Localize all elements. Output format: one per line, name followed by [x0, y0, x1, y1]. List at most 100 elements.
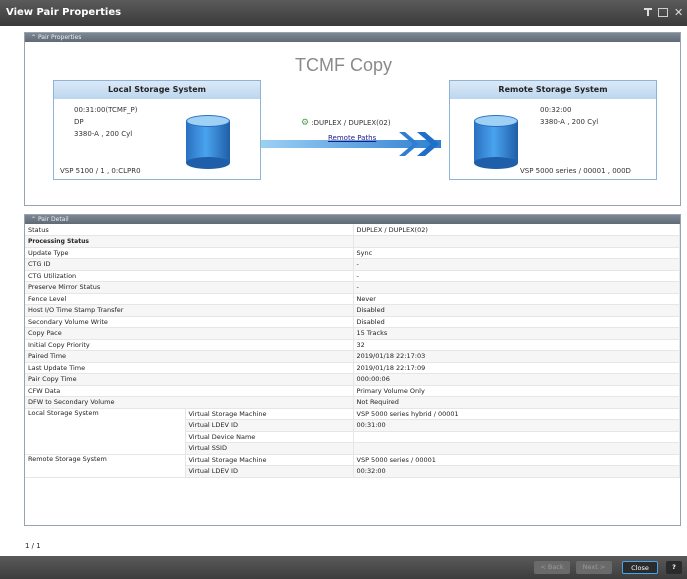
detail-value: - — [353, 281, 680, 294]
table-row: Preserve Mirror Status - — [25, 281, 680, 294]
detail-label: Processing Status — [25, 235, 354, 248]
remote-storage-title: Remote Storage System — [450, 81, 656, 99]
detail-label: Initial Copy Priority — [25, 339, 354, 351]
detail-value: Not Required — [353, 396, 680, 409]
table-row: Processing Status — [25, 235, 680, 248]
collapse-icon: ⌃ — [31, 216, 38, 223]
local-type: DP — [74, 118, 84, 126]
detail-sublabel: Virtual Device Name — [185, 431, 354, 443]
table-row: Paired Time 2019/01/18 22:17:03 — [25, 350, 680, 363]
remote-volume-icon — [474, 115, 518, 169]
detail-sublabel: Virtual Storage Machine — [185, 454, 354, 466]
detail-value: 32 — [353, 339, 680, 351]
table-row: Initial Copy Priority 32 — [25, 339, 680, 351]
table-row: Pair Copy Time 000:00:06 — [25, 373, 680, 386]
detail-value: DUPLEX / DUPLEX(02) — [353, 224, 680, 236]
detail-label: Paired Time — [25, 350, 354, 363]
table-row: Update Type Sync — [25, 247, 680, 259]
pair-detail-table: Status DUPLEX / DUPLEX(02) Processing Stat… — [25, 224, 680, 478]
table-row: Fence Level Never — [25, 293, 680, 305]
detail-value: - — [353, 258, 680, 271]
back-button[interactable]: < Back — [534, 561, 570, 574]
table-row: CFW Data Primary Volume Only — [25, 385, 680, 397]
detail-value: - — [353, 270, 680, 282]
pair-properties-header[interactable]: ⌃ Pair Properties — [25, 33, 680, 42]
pair-status: ⚙ :DUPLEX / DUPLEX(02) — [301, 118, 391, 128]
remote-footer: VSP 5000 series / 00001 , 000D — [520, 167, 631, 175]
detail-value — [353, 442, 680, 455]
arrow-right-icon — [399, 132, 439, 156]
detail-value: Never — [353, 293, 680, 305]
remote-storage-box: Remote Storage System 00:32:00 3380-A , … — [449, 80, 657, 180]
dialog-content: ⌃ Pair Properties TCMF Copy Local Storag… — [0, 26, 687, 556]
remote-emulation: 3380-A , 200 Cyl — [540, 118, 599, 126]
detail-value — [353, 235, 680, 248]
maximize-icon[interactable] — [658, 8, 668, 17]
detail-value: VSP 5000 series / 00001 — [353, 454, 680, 466]
pair-detail-panel: ⌃ Pair Detail Status DUPLEX / DUPLEX(02) P… — [24, 214, 681, 526]
close-button[interactable]: Close — [622, 561, 658, 574]
local-ldev: 00:31:00(TCMF_P) — [74, 106, 138, 114]
footer-bar: < Back Next > Close ? — [0, 556, 687, 579]
detail-value: Sync — [353, 247, 680, 259]
detail-label: Copy Pace — [25, 327, 354, 340]
table-row: DFW to Secondary Volume Not Required — [25, 396, 680, 409]
detail-sublabel: Virtual LDEV ID — [185, 419, 354, 432]
detail-value: 2019/01/18 22:17:09 — [353, 362, 680, 374]
window-title: View Pair Properties — [6, 7, 122, 18]
detail-label: CFW Data — [25, 385, 354, 397]
collapse-icon: ⌃ — [31, 34, 38, 41]
table-row: CTG Utilization - — [25, 270, 680, 282]
detail-label: Secondary Volume Write — [25, 316, 354, 328]
detail-sublabel: Virtual LDEV ID — [185, 465, 354, 478]
pair-status-icon: ⚙ — [301, 118, 310, 128]
table-row: CTG ID - — [25, 258, 680, 271]
local-storage-title: Local Storage System — [54, 81, 260, 99]
detail-label: Fence Level — [25, 293, 354, 305]
detail-sublabel: Virtual Storage Machine — [185, 408, 354, 420]
local-emulation: 3380-A , 200 Cyl — [74, 130, 133, 138]
table-row: Host I/O Time Stamp Transfer Disabled — [25, 304, 680, 317]
detail-label: Pair Copy Time — [25, 373, 354, 386]
pin-icon[interactable] — [643, 7, 653, 17]
detail-value: VSP 5000 series hybrid / 00001 — [353, 408, 680, 420]
detail-value: 000:00:06 — [353, 373, 680, 386]
detail-label: Preserve Mirror Status — [25, 281, 354, 294]
remote-paths-link[interactable]: Remote Paths — [328, 134, 376, 142]
next-button[interactable]: Next > — [576, 561, 612, 574]
detail-sublabel: Virtual SSID — [185, 442, 354, 455]
pair-detail-header[interactable]: ⌃ Pair Detail — [25, 215, 680, 224]
table-row: Status DUPLEX / DUPLEX(02) — [25, 224, 680, 236]
local-storage-box: Local Storage System 00:31:00(TCMF_P) DP… — [53, 80, 261, 180]
detail-value: 00:32:00 — [353, 465, 680, 478]
table-row: Remote Storage System Virtual Storage Mac… — [25, 454, 680, 478]
detail-value — [353, 431, 680, 443]
detail-value: Disabled — [353, 304, 680, 317]
copy-type-label: TCMF Copy — [295, 55, 393, 75]
detail-label: Status — [25, 224, 354, 236]
detail-label: Update Type — [25, 247, 354, 259]
local-volume-icon — [186, 115, 230, 169]
title-bar: View Pair Properties ✕ — [0, 0, 687, 26]
help-button[interactable]: ? — [666, 561, 682, 574]
local-footer: VSP 5100 / 1 , 0:CLPR0 — [60, 167, 141, 175]
detail-value: 15 Tracks — [353, 327, 680, 340]
group-label: Local Storage System — [25, 408, 186, 455]
detail-label: CTG Utilization — [25, 270, 354, 282]
detail-value: Primary Volume Only — [353, 385, 680, 397]
pagination: 1 / 1 — [25, 542, 41, 550]
detail-label: DFW to Secondary Volume — [25, 396, 354, 409]
detail-label: CTG ID — [25, 258, 354, 271]
detail-value: 2019/01/18 22:17:03 — [353, 350, 680, 363]
pair-properties-panel: ⌃ Pair Properties TCMF Copy Local Storag… — [24, 32, 681, 206]
detail-label: Host I/O Time Stamp Transfer — [25, 304, 354, 317]
remote-ldev: 00:32:00 — [540, 106, 572, 114]
close-icon[interactable]: ✕ — [674, 6, 683, 19]
detail-value: 00:31:00 — [353, 419, 680, 432]
detail-label: Last Update Time — [25, 362, 354, 374]
table-row: Last Update Time 2019/01/18 22:17:09 — [25, 362, 680, 374]
table-row: Secondary Volume Write Disabled — [25, 316, 680, 328]
group-label: Remote Storage System — [25, 454, 186, 478]
table-row: Local Storage System Virtual Storage Mach… — [25, 408, 680, 455]
detail-value: Disabled — [353, 316, 680, 328]
